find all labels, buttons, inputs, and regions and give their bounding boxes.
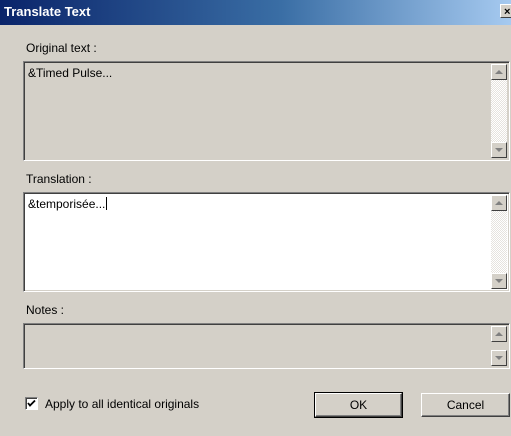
scroll-up-icon (495, 70, 503, 74)
scroll-up-icon (495, 201, 503, 205)
original-text-scrollbar[interactable] (491, 64, 507, 158)
scroll-down-button[interactable] (491, 273, 507, 289)
scroll-up-button[interactable] (491, 64, 507, 80)
translation-label: Translation : (26, 172, 92, 186)
translation-value: &temporisée... (28, 197, 108, 211)
scroll-down-icon (495, 148, 503, 152)
notes-scrollbar[interactable] (491, 326, 507, 366)
translate-text-dialog: Translate Text × Original text : &Timed … (0, 0, 511, 436)
scroll-down-icon (495, 279, 503, 283)
scroll-down-button[interactable] (491, 350, 507, 366)
scroll-down-icon (495, 356, 503, 360)
translation-input[interactable]: &temporisée... (23, 192, 510, 292)
original-text-label: Original text : (26, 41, 97, 55)
scroll-up-button[interactable] (491, 195, 507, 211)
notes-box[interactable] (23, 323, 510, 369)
translation-scrollbar[interactable] (491, 195, 507, 289)
window-title: Translate Text (4, 4, 91, 19)
text-caret (106, 197, 108, 210)
title-bar[interactable]: Translate Text × (0, 0, 511, 25)
scroll-up-button[interactable] (491, 326, 507, 342)
notes-label: Notes : (26, 303, 65, 317)
ok-button[interactable]: OK (314, 392, 403, 418)
close-button[interactable]: × (500, 4, 511, 18)
original-text-value: &Timed Pulse... (28, 66, 113, 80)
checkmark-icon (27, 399, 36, 407)
scroll-up-icon (495, 332, 503, 336)
scroll-down-button[interactable] (491, 142, 507, 158)
close-icon: × (504, 6, 511, 18)
cancel-button[interactable]: Cancel (421, 393, 510, 417)
apply-all-label[interactable]: Apply to all identical originals (45, 397, 199, 411)
apply-all-checkbox[interactable] (25, 397, 38, 410)
translation-text: &temporisée... (28, 197, 106, 211)
original-text-box[interactable]: &Timed Pulse... (23, 61, 510, 161)
